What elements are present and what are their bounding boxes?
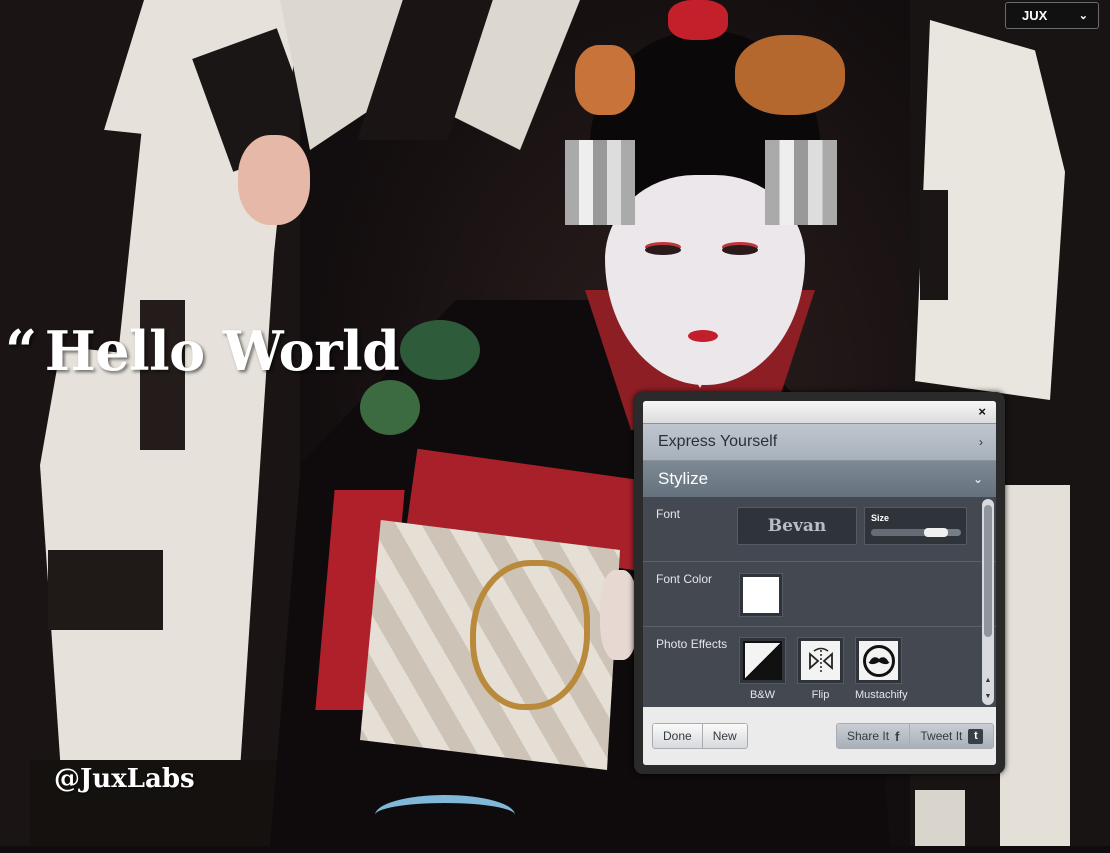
share-label: Share It (847, 729, 890, 743)
quote-mark: “ (5, 318, 37, 384)
quote-text: Hello World (44, 319, 400, 383)
color-preview (743, 577, 779, 613)
kimono-pattern (375, 795, 515, 835)
facebook-icon: f (895, 728, 900, 744)
done-button[interactable]: Done (653, 724, 702, 748)
panel-scrollbar[interactable]: ▲ ▼ (982, 499, 994, 705)
edit-actions: Done New (652, 723, 748, 749)
effect-tile (855, 637, 902, 684)
hair-ornament (735, 35, 845, 115)
section-express-yourself[interactable]: Express Yourself › (643, 423, 996, 460)
photo-effects-label: Photo Effects (656, 637, 728, 651)
font-row: Font Bevan Size (643, 497, 996, 562)
close-icon[interactable]: × (978, 404, 986, 419)
size-control: Size (864, 507, 967, 545)
effect-bw[interactable]: B&W (739, 637, 786, 701)
panel-titlebar: × (643, 401, 996, 423)
chevron-down-icon: ⌄ (1078, 10, 1088, 22)
hand (600, 570, 638, 660)
curtain-right-white (1000, 485, 1070, 846)
kimono-pattern (400, 320, 480, 380)
new-button[interactable]: New (701, 724, 747, 748)
font-color-label: Font Color (656, 572, 713, 586)
mustache-icon (859, 641, 898, 680)
eye (645, 245, 681, 255)
flip-icon (801, 641, 840, 680)
curtain-right-white (915, 790, 965, 846)
chevron-right-icon: › (979, 435, 983, 449)
bw-icon (743, 641, 782, 680)
hair-ornament (575, 45, 635, 115)
panel-footer: Done New Share It f Tweet It t (643, 707, 996, 765)
scrollbar-thumb[interactable] (984, 505, 992, 637)
effect-label: Flip (811, 689, 830, 701)
hair-ornament (565, 140, 635, 225)
jux-menu-label: JUX (1022, 8, 1048, 23)
effect-flip[interactable]: Flip (797, 637, 844, 701)
font-label: Font (656, 507, 681, 521)
chevron-down-icon: ⌄ (972, 472, 983, 486)
jux-menu-button[interactable]: JUX ⌄ (1005, 2, 1099, 29)
size-label: Size (871, 513, 890, 523)
quote-title[interactable]: “Hello World (5, 318, 400, 384)
stylize-body: Font Bevan Size Font Color Photo Effects (643, 497, 996, 707)
section-label: Stylize (658, 469, 709, 488)
lips (688, 330, 718, 342)
kimono-pattern (360, 380, 420, 435)
photo-effects-list: B&W Flip Mustachify (739, 637, 908, 701)
font-color-swatch[interactable] (739, 573, 783, 617)
share-facebook-button[interactable]: Share It f (837, 724, 910, 748)
share-actions: Share It f Tweet It t (836, 723, 995, 749)
twitter-icon: t (968, 728, 984, 744)
section-label: Express Yourself (658, 433, 778, 450)
photo-effects-row: Photo Effects B&W Flip Mustachify (643, 627, 996, 705)
effect-mustachify[interactable]: Mustachify (855, 637, 908, 701)
curtain-pattern (48, 550, 163, 630)
hair-ornament (668, 0, 728, 40)
hair-ornament (765, 140, 837, 225)
eye (722, 245, 758, 255)
size-slider-handle[interactable] (924, 528, 948, 537)
size-slider[interactable] (871, 528, 961, 537)
tweet-label: Tweet It (920, 729, 963, 743)
effect-label: Mustachify (855, 689, 908, 701)
obi-pattern (470, 560, 590, 710)
editor-panel: × Express Yourself › Stylize ⌄ Font Beva… (643, 401, 996, 765)
section-stylize[interactable]: Stylize ⌄ (643, 460, 996, 497)
font-selector[interactable]: Bevan (737, 507, 857, 545)
tweet-button[interactable]: Tweet It t (909, 724, 994, 748)
scroll-up-icon[interactable]: ▲ (982, 677, 994, 684)
effect-tile (797, 637, 844, 684)
effect-tile (739, 637, 786, 684)
author-handle[interactable]: @JuxLabs (54, 764, 195, 794)
hand (238, 135, 310, 225)
font-color-row: Font Color (643, 562, 996, 627)
effect-label: B&W (749, 689, 776, 701)
curtain-pattern (920, 190, 948, 300)
scroll-down-icon[interactable]: ▼ (982, 693, 994, 700)
